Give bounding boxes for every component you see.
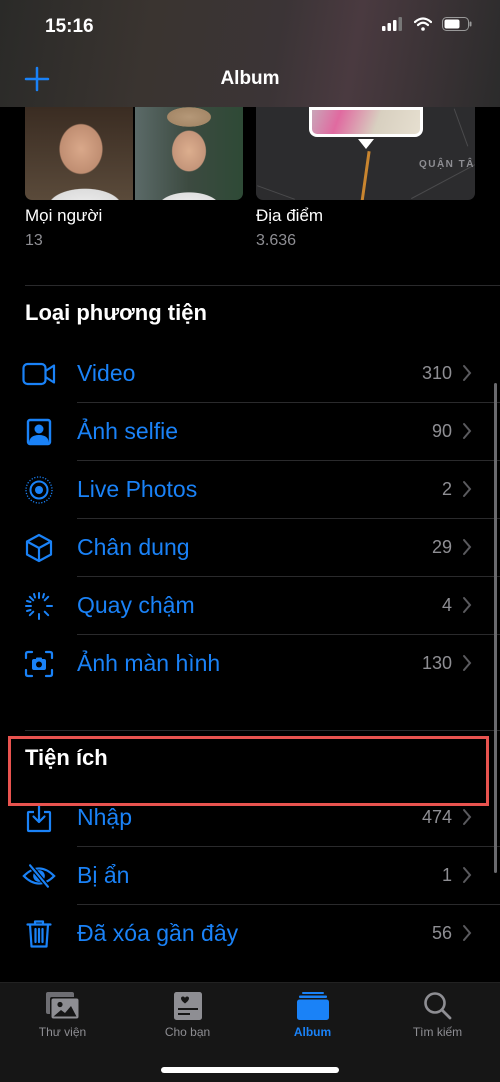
home-indicator[interactable] — [161, 1067, 339, 1073]
map-pin-photo — [309, 107, 423, 137]
row-count: 90 — [431, 421, 452, 441]
vertical-scrollbar[interactable] — [494, 383, 497, 873]
cube-icon — [25, 533, 53, 563]
row-label: Nhập — [77, 804, 132, 830]
tab-label: Cho bạn — [164, 1025, 211, 1039]
row-label: Đã xóa gần đây — [77, 920, 239, 946]
album-row-imports[interactable]: Nhập 474 — [0, 789, 500, 847]
map-district-label: QUẬN TÂ — [418, 159, 475, 170]
search-icon — [423, 992, 451, 1020]
selfie-portrait-icon — [26, 418, 52, 446]
places-map-thumbnail[interactable]: QUẬN TÂ — [256, 107, 475, 200]
row-count: 130 — [421, 653, 452, 673]
utilities-heading: Tiện ích — [25, 745, 108, 770]
chevron-right-icon — [463, 925, 472, 941]
tab-for-you[interactable]: Cho bạn — [125, 983, 250, 1053]
row-label: Ảnh selfie — [77, 418, 179, 444]
row-label: Ảnh màn hình — [77, 650, 221, 676]
status-icons — [382, 17, 472, 31]
album-row-selfies[interactable]: Ảnh selfie 90 — [0, 403, 500, 461]
slow-motion-icon — [25, 592, 53, 620]
photo-library-icon — [45, 992, 80, 1020]
chevron-right-icon — [463, 597, 472, 613]
people-album-label[interactable]: Mọi người — [25, 206, 102, 226]
places-album-label[interactable]: Địa điểm — [256, 206, 323, 226]
chevron-right-icon — [463, 481, 472, 497]
media-types-heading: Loại phương tiện — [25, 300, 207, 325]
album-row-live-photos[interactable]: Live Photos 2 — [0, 461, 500, 519]
live-photos-icon — [25, 476, 53, 504]
battery-icon — [442, 17, 472, 31]
row-count: 474 — [421, 807, 452, 827]
row-label: Quay chậm — [77, 592, 195, 618]
row-label: Chân dung — [77, 534, 190, 560]
section-divider — [25, 285, 500, 286]
person-thumbnail[interactable] — [135, 107, 243, 200]
tab-label: Thư viện — [38, 1025, 87, 1039]
album-list: QUẬN TÂ Mọi người 13 Địa điểm 3.636 Loại… — [0, 107, 500, 982]
row-count: 56 — [431, 923, 452, 943]
chevron-right-icon — [463, 809, 472, 825]
wifi-icon — [414, 17, 432, 31]
places-album-count: 3.636 — [256, 232, 297, 249]
album-row-portrait[interactable]: Chân dung 29 — [0, 519, 500, 577]
status-time: 15:16 — [45, 16, 94, 37]
tab-bar: Thư viện Cho bạn Album Tìm kiếm — [0, 982, 500, 1082]
tab-label: Album — [293, 1025, 332, 1039]
chevron-right-icon — [463, 655, 472, 671]
section-divider — [25, 730, 500, 731]
album-stack-icon — [296, 992, 329, 1020]
row-count: 2 — [441, 479, 452, 499]
row-label: Bị ẩn — [77, 862, 130, 888]
trash-icon — [26, 920, 52, 948]
row-label: Live Photos — [77, 476, 198, 502]
chevron-right-icon — [463, 423, 472, 439]
album-row-slo-mo[interactable]: Quay chậm 4 — [0, 577, 500, 635]
hidden-eye-slash-icon — [22, 863, 56, 889]
page-title: Album — [220, 68, 280, 89]
chevron-right-icon — [463, 539, 472, 555]
album-row-screenshots[interactable]: Ảnh màn hình 130 — [0, 635, 500, 693]
tab-label: Tìm kiếm — [412, 1025, 463, 1039]
tab-album[interactable]: Album — [250, 983, 375, 1053]
row-count: 310 — [421, 363, 452, 383]
video-camera-icon — [22, 362, 56, 386]
chevron-right-icon — [463, 867, 472, 883]
screenshot-icon — [24, 650, 54, 678]
import-icon — [26, 803, 52, 833]
person-thumbnail[interactable] — [25, 107, 133, 200]
row-count: 29 — [431, 537, 452, 557]
people-places-thumbnails: QUẬN TÂ — [25, 107, 475, 200]
nav-header: 15:16 Album — [0, 0, 500, 107]
row-count: 1 — [441, 865, 452, 885]
album-row-hidden[interactable]: Bị ẩn 1 — [0, 847, 500, 905]
row-count: 4 — [441, 595, 452, 615]
row-label: Video — [77, 360, 136, 386]
tab-library[interactable]: Thư viện — [0, 983, 125, 1053]
album-row-video[interactable]: Video 310 — [0, 345, 500, 403]
for-you-icon — [173, 992, 202, 1020]
people-album-count: 13 — [25, 232, 43, 249]
chevron-right-icon — [463, 365, 472, 381]
cellular-signal-icon — [382, 17, 402, 31]
album-row-recently-deleted[interactable]: Đã xóa gần đây 56 — [0, 905, 500, 963]
tab-search[interactable]: Tìm kiếm — [375, 983, 500, 1053]
